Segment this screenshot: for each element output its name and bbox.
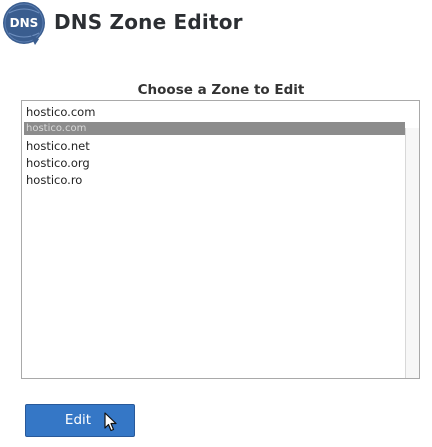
zone-options-list: hostico.com hostico.com hostico.net host… xyxy=(24,103,405,376)
zone-select-label: Choose a Zone to Edit xyxy=(137,82,305,98)
page-title: DNS Zone Editor xyxy=(54,10,243,34)
zone-select-listbox[interactable]: hostico.com hostico.com hostico.net host… xyxy=(21,100,420,379)
dns-zone-editor-page: DNS DNS Zone Editor Choose a Zone to Edi… xyxy=(0,0,432,447)
zone-option[interactable]: hostico.org xyxy=(24,155,405,172)
zone-option-selected[interactable]: hostico.com xyxy=(24,121,405,135)
listbox-scrollbar[interactable] xyxy=(405,128,419,378)
zone-option[interactable]: hostico.ro xyxy=(24,172,405,189)
dns-globe-icon: DNS xyxy=(1,1,47,47)
dns-logo-text: DNS xyxy=(10,16,39,30)
edit-button[interactable]: Edit xyxy=(25,404,135,437)
mouse-pointer-icon xyxy=(104,412,118,432)
page-header: DNS DNS Zone Editor xyxy=(1,1,243,47)
edit-button-label: Edit xyxy=(64,412,92,428)
scrollbar-corner xyxy=(406,101,419,128)
zone-select-input[interactable]: hostico.com xyxy=(24,104,405,121)
zone-option[interactable]: hostico.net xyxy=(24,138,405,155)
